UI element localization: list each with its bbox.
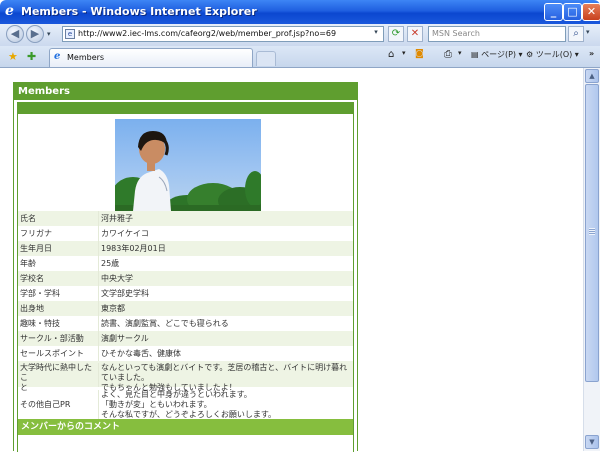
row-key: 趣味・特技 <box>20 319 60 328</box>
member-photo <box>115 119 261 211</box>
search-button[interactable]: ⌕ <box>568 26 584 42</box>
navigation-bar: ◀ ▶ ▾ e http://www2.iec-lms.com/cafeorg2… <box>0 24 600 46</box>
history-dropdown-icon[interactable]: ▾ <box>47 30 51 38</box>
vertical-scrollbar[interactable]: ▲ ▼ <box>583 68 600 451</box>
table-row: フリガナ カワイケイコ <box>18 226 353 241</box>
table-row: サークル・部活動 演劇サークル <box>18 331 353 346</box>
close-button[interactable]: ✕ <box>582 3 600 21</box>
more-chevron-icon[interactable]: » <box>589 49 594 63</box>
scroll-up-icon[interactable]: ▲ <box>585 69 599 83</box>
scroll-thumb[interactable] <box>585 84 599 382</box>
search-dropdown-icon[interactable]: ▾ <box>586 28 590 36</box>
table-row: 学部・学科 文学部史学科 <box>18 286 353 301</box>
title-bar: e Members - Windows Internet Explorer _ … <box>0 0 600 24</box>
row-key-line: 大学時代に熱中したこ <box>20 363 92 382</box>
row-value: カワイケイコ <box>98 226 353 241</box>
refresh-button[interactable]: ⟳ <box>388 26 404 42</box>
profile-box: 氏名 河井雅子 フリガナ カワイケイコ 生年月日 1983年02月01日 年齢 … <box>17 102 354 452</box>
row-value-line: 「動きが変」ともいわれます。 <box>101 400 212 409</box>
search-input[interactable]: MSN Search <box>428 26 566 42</box>
stop-button[interactable]: ✕ <box>407 26 423 42</box>
row-key: 大学時代に熱中したこ と <box>18 363 98 392</box>
profile-header-bar <box>18 103 353 114</box>
row-key: 年齢 <box>20 259 36 268</box>
panel-title: Members <box>14 83 357 100</box>
table-row: 年齢 25歳 <box>18 256 353 271</box>
favorites-star-icon[interactable]: ★ <box>8 50 18 63</box>
scroll-grip-icon <box>589 228 595 235</box>
home-icon[interactable]: ⌂ <box>388 49 394 63</box>
row-value: 河井雅子 <box>98 211 353 226</box>
page-menu[interactable]: ▤ ページ(P) ▾ <box>471 49 523 63</box>
tools-menu[interactable]: ⚙ ツール(O) ▾ <box>526 49 579 63</box>
add-favorites-icon[interactable]: ✚ <box>27 50 36 63</box>
back-button[interactable]: ◀ <box>6 25 24 43</box>
tab-bar: ★ ✚ e Members ⌂ ▾ ◙ ⎙ ▾ ▤ ページ(P) ▾ ⚙ ツール… <box>0 46 600 68</box>
row-value: 中央大学 <box>98 271 353 286</box>
address-bar[interactable]: e http://www2.iec-lms.com/cafeorg2/web/m… <box>62 26 384 42</box>
window-title: Members - Windows Internet Explorer <box>21 5 257 18</box>
row-value: 文学部史学科 <box>98 286 353 301</box>
table-row: 生年月日 1983年02月01日 <box>18 241 353 256</box>
row-key: 学部・学科 <box>20 289 60 298</box>
home-dropdown-icon[interactable]: ▾ <box>402 49 406 63</box>
page-icon: e <box>65 29 75 39</box>
row-key: サークル・部活動 <box>20 334 84 343</box>
tab-label: Members <box>67 53 105 62</box>
maximize-button[interactable]: □ <box>563 3 582 21</box>
row-value-line: よく、見た目と中身が違うといわれます。 <box>101 390 252 399</box>
row-key: セールスポイント <box>20 349 84 358</box>
row-value: 読書、演劇監賞、どこでも寝られる <box>98 316 353 331</box>
table-row: 氏名 河井雅子 <box>18 211 353 226</box>
minimize-button[interactable]: _ <box>544 3 563 21</box>
print-dropdown-icon[interactable]: ▾ <box>458 49 462 63</box>
table-row: 学校名 中央大学 <box>18 271 353 286</box>
feeds-icon[interactable]: ◙ <box>415 49 424 63</box>
row-value: ひそかな毒舌、健康体 <box>98 346 353 361</box>
row-key: 学校名 <box>20 274 44 283</box>
row-value: 1983年02月01日 <box>98 241 353 256</box>
address-url: http://www2.iec-lms.com/cafeorg2/web/mem… <box>78 29 337 38</box>
row-value: 演劇サークル <box>98 331 353 346</box>
table-row: 出身地 東京都 <box>18 301 353 316</box>
row-value: なんといっても演劇とバイトです。芝居の稽古と、バイトに明け暮れていました。 でも… <box>98 363 353 392</box>
forward-button[interactable]: ▶ <box>26 25 44 43</box>
address-dropdown-icon[interactable]: ▾ <box>371 28 381 40</box>
scroll-down-icon[interactable]: ▼ <box>585 435 599 449</box>
ie-logo-icon: e <box>5 3 14 19</box>
page-menu-label: ページ(P) <box>481 50 517 59</box>
row-key: フリガナ <box>20 229 52 238</box>
members-panel: Members 氏名 河井雅子 フリガナ カワイケイコ 生年月日 1983年02… <box>13 82 358 452</box>
row-value: 東京都 <box>98 301 353 316</box>
ie-page-icon: e <box>54 51 61 62</box>
profile-table: 氏名 河井雅子 フリガナ カワイケイコ 生年月日 1983年02月01日 年齢 … <box>18 211 353 425</box>
new-tab-button[interactable] <box>256 51 276 66</box>
comment-section-title: メンバーからのコメント <box>18 419 353 435</box>
row-key: 生年月日 <box>20 244 52 253</box>
row-key: 氏名 <box>20 214 36 223</box>
table-row: 大学時代に熱中したこ と なんといっても演劇とバイトです。芝居の稽古と、バイトに… <box>18 361 353 392</box>
row-key: 出身地 <box>20 304 44 313</box>
row-value-line: なんといっても演劇とバイトです。芝居の稽古と、バイトに明け暮れていました。 <box>101 363 348 382</box>
page-content: Members 氏名 河井雅子 フリガナ カワイケイコ 生年月日 1983年02… <box>0 68 583 452</box>
print-icon[interactable]: ⎙ <box>444 49 452 63</box>
tab-members[interactable]: e Members <box>49 48 253 67</box>
tools-menu-label: ツール(O) <box>535 50 573 59</box>
row-value: 25歳 <box>98 256 353 271</box>
table-row: セールスポイント ひそかな毒舌、健康体 <box>18 346 353 361</box>
table-row: 趣味・特技 読書、演劇監賞、どこでも寝られる <box>18 316 353 331</box>
search-placeholder: MSN Search <box>432 29 480 38</box>
